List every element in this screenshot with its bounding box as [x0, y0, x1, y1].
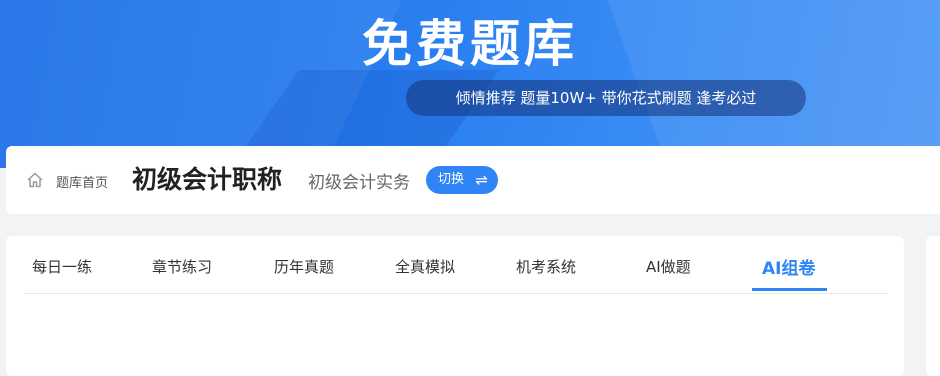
- active-tab-indicator: [752, 288, 827, 291]
- exam-title: 初级会计职称: [132, 165, 283, 194]
- breadcrumb-home-link[interactable]: 题库首页: [56, 172, 108, 191]
- switch-arrows-icon: ⇌: [475, 171, 488, 189]
- tab-chapter-practice[interactable]: 章节练习: [152, 256, 212, 277]
- switch-button-label: 切换: [438, 172, 465, 187]
- tab-daily-practice[interactable]: 每日一练: [32, 256, 92, 277]
- subject-name: 初级会计实务: [308, 173, 410, 193]
- tab-computer-exam[interactable]: 机考系统: [516, 256, 576, 277]
- home-icon[interactable]: [26, 171, 44, 189]
- tab-mock-exams[interactable]: 全真模拟: [395, 256, 455, 277]
- tab-ai-practice[interactable]: AI做题: [646, 256, 691, 277]
- tab-ai-paper[interactable]: AI组卷: [762, 254, 815, 279]
- tab-divider: [24, 293, 888, 294]
- exam-info-bar: 题库首页 初级会计职称 初级会计实务 切换 ⇌: [6, 146, 940, 214]
- side-panel: [926, 236, 940, 376]
- practice-tabs-panel: 每日一练 章节练习 历年真题 全真模拟 机考系统 AI做题 AI组卷: [6, 236, 904, 376]
- hero-banner: 免费题库 倾情推荐 题量10W+ 带你花式刷题 逢考必过: [0, 0, 940, 168]
- banner-title: 免费题库: [362, 15, 578, 73]
- banner-slogan: 倾情推荐 题量10W+ 带你花式刷题 逢考必过: [406, 80, 806, 116]
- switch-subject-button[interactable]: 切换 ⇌: [426, 166, 498, 194]
- tab-past-exams[interactable]: 历年真题: [274, 256, 334, 277]
